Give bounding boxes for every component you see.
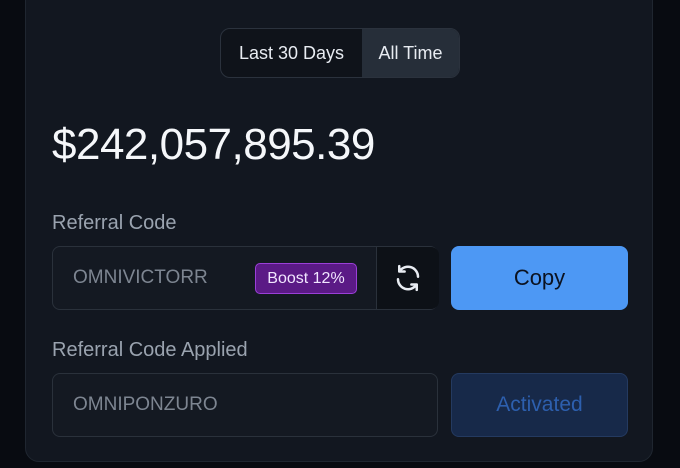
toggle-last-30-days[interactable]: Last 30 Days <box>221 29 362 77</box>
period-toggle: Last 30 Days All Time <box>220 28 460 78</box>
applied-code-field[interactable]: OMNIPONZURO <box>52 373 438 437</box>
refresh-icon <box>396 264 420 292</box>
activated-button[interactable]: Activated <box>451 373 628 437</box>
total-amount: $242,057,895.39 <box>52 120 375 169</box>
page: Last 30 Days All Time $242,057,895.39 Re… <box>0 0 680 468</box>
toggle-all-time[interactable]: All Time <box>362 29 459 77</box>
refresh-button[interactable] <box>376 247 439 309</box>
copy-button[interactable]: Copy <box>451 246 628 310</box>
boost-badge: Boost 12% <box>255 263 357 294</box>
applied-code-value: OMNIPONZURO <box>73 394 218 415</box>
referral-code-label: Referral Code <box>52 212 177 234</box>
referral-code-value: OMNIVICTORR <box>73 267 208 288</box>
referral-code-field[interactable]: OMNIVICTORR Boost 12% <box>52 246 439 310</box>
referral-code-applied-label: Referral Code Applied <box>52 339 248 361</box>
